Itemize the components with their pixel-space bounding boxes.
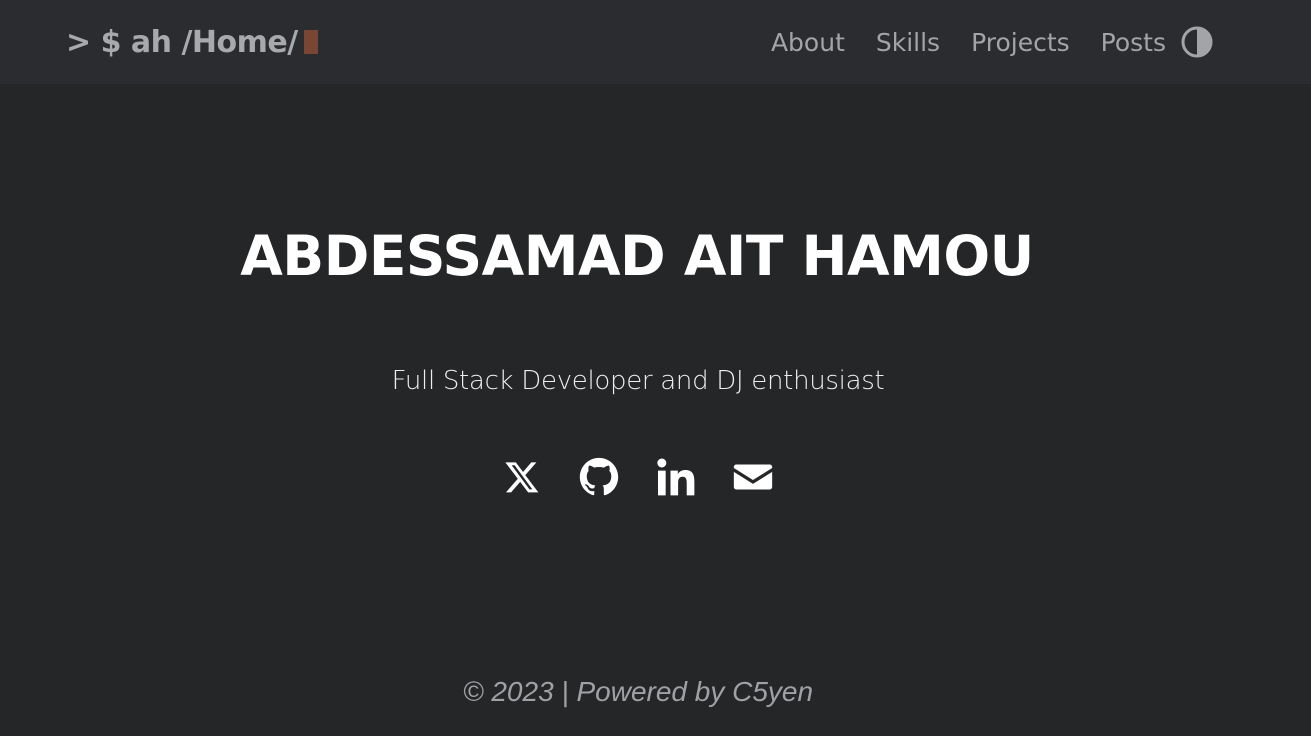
theme-toggle-button[interactable]	[1181, 26, 1213, 58]
site-logo[interactable]: > $ ah /Home/	[66, 20, 318, 64]
x-twitter-icon	[505, 462, 539, 493]
nav-link-about[interactable]: About	[771, 28, 845, 57]
linkedin-link[interactable]	[654, 455, 698, 499]
github-icon	[579, 457, 619, 496]
hero-tagline: Full Stack Developer and DJ enthusiast	[391, 366, 885, 396]
logo-text: > $ ah /Home/	[66, 24, 298, 60]
github-link[interactable]	[577, 455, 621, 499]
email-link[interactable]	[731, 455, 775, 499]
nav-link-posts[interactable]: Posts	[1101, 28, 1166, 57]
terminal-cursor	[303, 30, 318, 54]
contrast-icon	[1181, 26, 1213, 58]
email-icon	[733, 464, 773, 490]
site-header: > $ ah /Home/ About Skills Projects Post…	[0, 0, 1311, 84]
social-links	[500, 454, 775, 500]
nav-link-skills[interactable]: Skills	[876, 28, 940, 57]
main-nav: About Skills Projects Posts	[740, 20, 1213, 64]
hero-name: ABDESSAMAD AIT HAMOU	[240, 224, 1034, 288]
x-twitter-link[interactable]	[500, 455, 544, 499]
footer-text: © 2023 | Powered by C5yen	[462, 676, 814, 707]
linkedin-icon	[657, 458, 695, 496]
nav-link-projects[interactable]: Projects	[971, 28, 1070, 57]
